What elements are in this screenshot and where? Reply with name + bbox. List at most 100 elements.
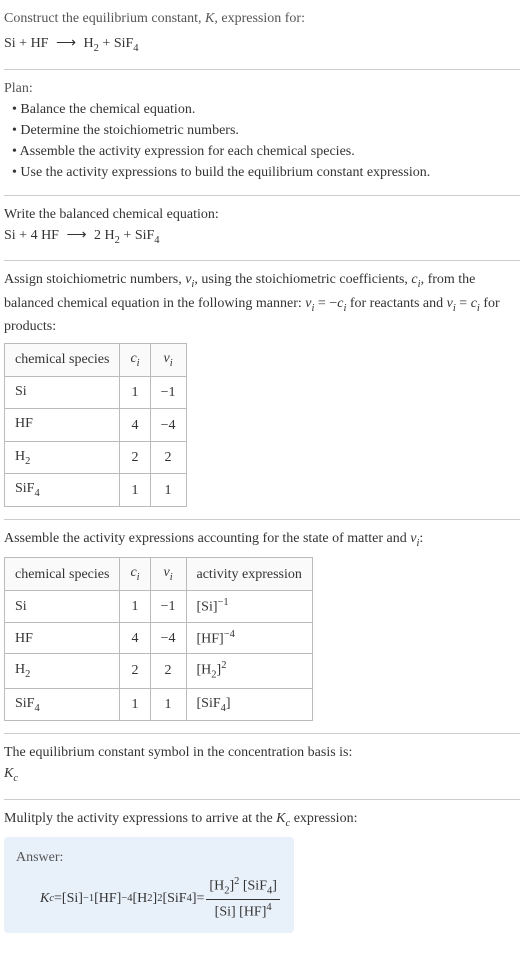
stoich-table: chemical species ci νi Si1−1 HF4−4 H222 … [4, 343, 187, 507]
divider [4, 733, 520, 734]
td-c: 1 [120, 474, 150, 507]
name-sub: 4 [34, 702, 39, 713]
name: HF [15, 631, 33, 646]
td-species: Si [5, 376, 120, 409]
td-nu: 2 [150, 441, 186, 474]
equals: = [54, 888, 62, 909]
name-sub: 2 [25, 669, 30, 680]
name: SiF [15, 696, 34, 711]
td-expr: [HF]−4 [186, 622, 312, 654]
eq-rhs-h2: H [84, 36, 94, 51]
td-c: 4 [120, 622, 150, 654]
sub-i: i [170, 358, 173, 369]
stoich-text: Assign stoichiometric numbers, νi, using… [4, 269, 520, 337]
beq-rhs-plus: + SiF [120, 228, 154, 243]
term: [H [133, 888, 148, 909]
beq-rhs-pre: 2 H [94, 228, 115, 243]
td-species: H2 [5, 654, 120, 688]
td-nu: 1 [150, 688, 186, 721]
td-expr: [Si]−1 [186, 591, 312, 623]
td-c: 4 [120, 409, 150, 442]
term-sup: −1 [83, 891, 94, 907]
table-row: Si1−1 [5, 376, 187, 409]
divider [4, 260, 520, 261]
term: [H [209, 879, 224, 894]
td-species: Si [5, 591, 120, 623]
plan-label: Plan: [4, 78, 520, 99]
eq-rhs-plus: + SiF [99, 36, 133, 51]
name: HF [15, 416, 33, 431]
expr-base: [Si] [197, 600, 218, 615]
td-species: H2 [5, 441, 120, 474]
name: Si [15, 599, 27, 614]
stoich-section: Assign stoichiometric numbers, νi, using… [4, 269, 520, 507]
expr-sup: 2 [221, 660, 226, 671]
td-species: SiF4 [5, 688, 120, 721]
name: H [15, 449, 25, 464]
eq-rhs-sif4-sub: 4 [133, 43, 138, 54]
kc-expression: Kc = [Si]−1 [HF]−4 [H2]2 [SiF4] = [H2]2 … [16, 874, 282, 923]
arrow-icon: ⟶ [62, 225, 90, 246]
td-c: 2 [120, 441, 150, 474]
symbol-section: The equilibrium constant symbol in the c… [4, 742, 520, 787]
table-row: H222[H2]2 [5, 654, 313, 688]
td-species: HF [5, 409, 120, 442]
term: [Si] [HF] [215, 905, 267, 920]
td-nu: 2 [150, 654, 186, 688]
beq-lhs: Si + 4 HF [4, 228, 59, 243]
fraction: [H2]2 [SiF4] [Si] [HF]4 [206, 874, 280, 923]
term: [Si] [62, 888, 83, 909]
table-row: SiF411 [5, 474, 187, 507]
td-c: 2 [120, 654, 150, 688]
text: : [419, 531, 423, 546]
text: Mulitply the activity expressions to arr… [4, 811, 276, 826]
table-row: HF4−4 [5, 409, 187, 442]
symbol-label: The equilibrium constant symbol in the c… [4, 742, 520, 763]
th-species: chemical species [5, 344, 120, 377]
expr-base: [H [197, 663, 212, 678]
th-species: chemical species [5, 558, 120, 591]
answer-label: Answer: [16, 847, 282, 868]
title-post: , expression for: [214, 11, 305, 26]
title: Construct the equilibrium constant, K, e… [4, 8, 520, 29]
title-var: K [205, 11, 214, 26]
term: ] [272, 879, 277, 894]
beq-rhs-sif4-sub: 4 [154, 234, 159, 245]
table-row: HF4−4[HF]−4 [5, 622, 313, 654]
kc-var: K [276, 811, 285, 826]
balanced-label: Write the balanced chemical equation: [4, 204, 520, 225]
td-species: SiF4 [5, 474, 120, 507]
numerator: [H2]2 [SiF4] [206, 874, 280, 900]
td-nu: 1 [150, 474, 186, 507]
multiply-text: Mulitply the activity expressions to arr… [4, 808, 520, 832]
divider [4, 195, 520, 196]
divider [4, 519, 520, 520]
kc-symbol: Kc [4, 763, 520, 787]
td-expr: [H2]2 [186, 654, 312, 688]
balanced-equation: Si + 4 HF ⟶ 2 H2 + SiF4 [4, 225, 520, 249]
activity-text: Assemble the activity expressions accoun… [4, 528, 520, 552]
header-section: Construct the equilibrium constant, K, e… [4, 8, 520, 57]
td-c: 1 [120, 376, 150, 409]
expr-sup: −4 [224, 629, 235, 640]
td-nu: −1 [150, 591, 186, 623]
expr-base: ] [226, 696, 231, 711]
plan-item: • Assemble the activity expression for e… [4, 141, 520, 162]
eq-lhs: Si + HF [4, 36, 48, 51]
td-nu: −4 [150, 622, 186, 654]
sub-i: i [137, 572, 140, 583]
denominator: [Si] [HF]4 [206, 900, 280, 923]
kc-var: K [4, 766, 13, 781]
name: Si [15, 384, 27, 399]
table-row: Si1−1[Si]−1 [5, 591, 313, 623]
td-species: HF [5, 622, 120, 654]
td-expr: [SiF4] [186, 688, 312, 721]
activity-section: Assemble the activity expressions accoun… [4, 528, 520, 721]
text: for reactants and [346, 296, 446, 311]
th-c: ci [120, 558, 150, 591]
text: Assign stoichiometric numbers, [4, 272, 185, 287]
text: Assemble the activity expressions accoun… [4, 531, 410, 546]
term: [HF] [94, 888, 121, 909]
name: H [15, 662, 25, 677]
plan-section: Plan: • Balance the chemical equation. •… [4, 78, 520, 183]
